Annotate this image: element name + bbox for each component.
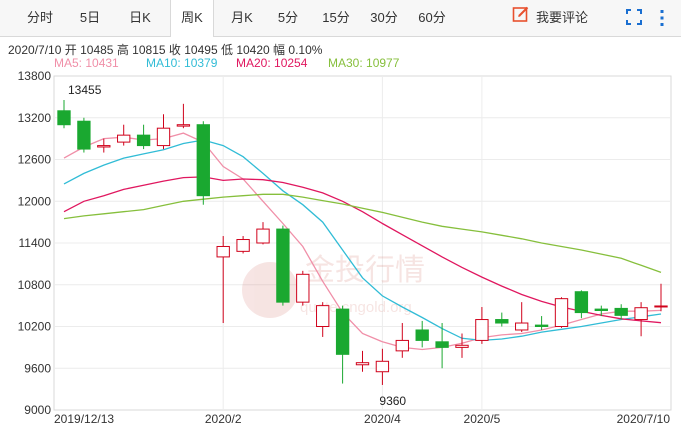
x-tick-label: 2020/2 (205, 412, 242, 426)
candle-body (276, 228, 290, 303)
y-tick-label: 9600 (24, 361, 51, 375)
candle-body (435, 341, 449, 348)
x-tick-label: 2020/5 (464, 412, 501, 426)
x-tick-label: 2020/4 (364, 412, 401, 426)
x-tick-label: 2020/7/10 (617, 412, 671, 426)
candle-body (415, 329, 429, 341)
y-tick-label: 10800 (18, 278, 52, 292)
candlestick-chart: 13800 13200 12600 12000 11400 10800 10200 9600 9… (18, 69, 672, 426)
y-tick-label: 13200 (18, 111, 52, 125)
ma-line-ma5 (63, 132, 662, 351)
y-tick-label: 12000 (18, 194, 52, 208)
candle-body (475, 319, 489, 341)
candle-body (136, 134, 151, 147)
candle-body (176, 124, 191, 127)
candle-body (534, 324, 549, 328)
low-annotation: 9360 (379, 394, 406, 408)
candle-body (117, 134, 131, 143)
candle-body (495, 319, 509, 324)
high-annotation: 13455 (68, 83, 102, 97)
candle-body (296, 273, 310, 303)
candle-body (335, 308, 350, 355)
candle-body (77, 120, 91, 150)
candle-body (594, 308, 608, 311)
y-tick-label: 12600 (18, 153, 52, 167)
candle-body (236, 239, 250, 252)
y-tick-label: 11400 (19, 236, 52, 250)
candle-body (355, 362, 370, 366)
candle-body (515, 322, 529, 331)
candle-body (375, 360, 390, 373)
candle-body (256, 228, 270, 244)
candle-body (156, 127, 171, 147)
candle-body (574, 291, 589, 314)
candle-body (316, 305, 330, 327)
candle-body (196, 124, 210, 197)
candle-body (455, 344, 469, 348)
candle-body (216, 245, 230, 258)
watermark: 金投行情quote.cngold.org (242, 253, 425, 318)
watermark-logo (242, 262, 298, 318)
candle-body (654, 305, 668, 308)
y-tick-label: 9000 (24, 403, 51, 417)
y-tick-label: 13800 (18, 69, 52, 83)
candle-body (97, 145, 111, 148)
x-tick-label: 2019/12/13 (54, 412, 114, 426)
candle-body (395, 339, 409, 352)
candle-body (554, 298, 569, 327)
candle-body (614, 307, 628, 316)
candle-body (57, 110, 71, 126)
y-tick-label: 10200 (18, 320, 52, 334)
candle-body (634, 307, 648, 321)
